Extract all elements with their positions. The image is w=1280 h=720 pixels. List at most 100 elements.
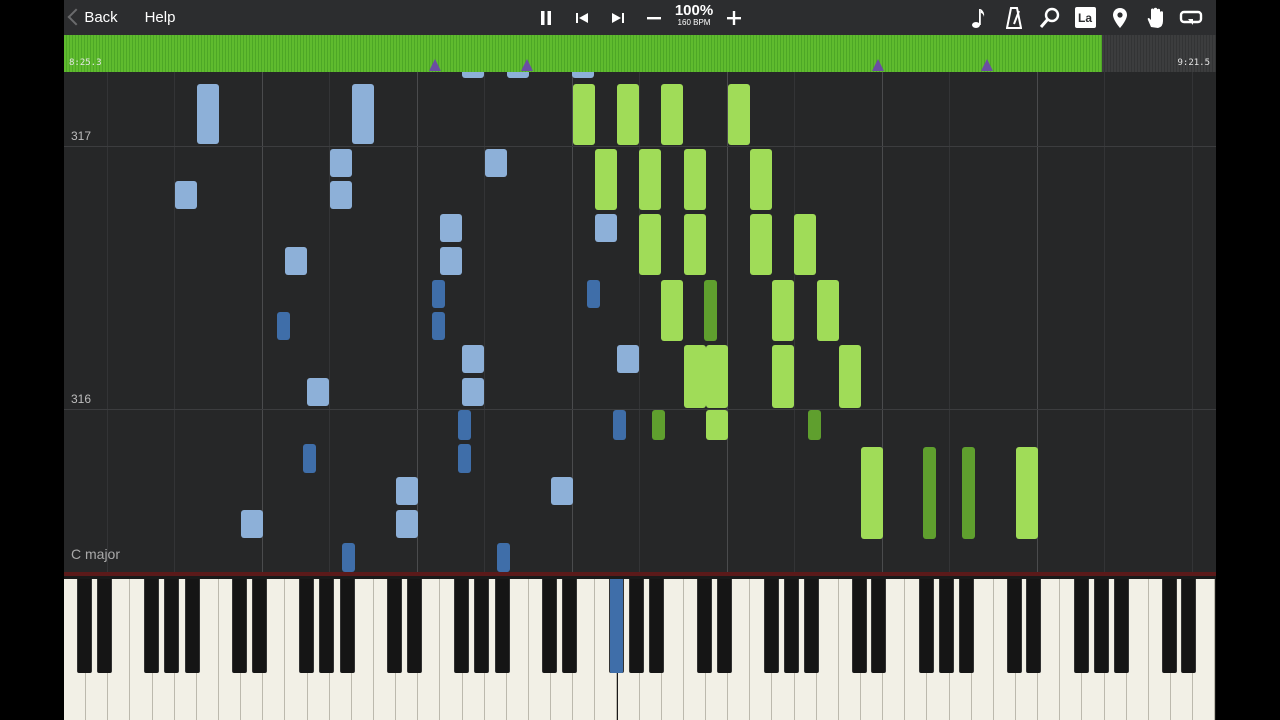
black-key[interactable] bbox=[871, 579, 887, 673]
note-right-hand-black-key bbox=[962, 447, 975, 539]
white-key[interactable] bbox=[351, 579, 374, 720]
black-key[interactable] bbox=[164, 579, 180, 673]
note-left-hand-black-key bbox=[458, 410, 471, 440]
black-key[interactable] bbox=[453, 579, 469, 673]
note-left-hand bbox=[462, 72, 484, 78]
black-key[interactable] bbox=[1073, 579, 1089, 673]
black-key[interactable] bbox=[541, 579, 557, 673]
elapsed-time: 8:25.3 bbox=[69, 58, 102, 68]
black-key[interactable] bbox=[474, 579, 490, 673]
black-key[interactable] bbox=[1114, 579, 1130, 673]
white-key[interactable] bbox=[108, 579, 131, 720]
white-key[interactable] bbox=[418, 579, 441, 720]
black-key[interactable] bbox=[649, 579, 665, 673]
white-key[interactable] bbox=[883, 579, 906, 720]
white-key[interactable] bbox=[196, 579, 219, 720]
note-left-hand bbox=[175, 181, 197, 209]
black-key[interactable] bbox=[784, 579, 800, 673]
black-key[interactable] bbox=[629, 579, 645, 673]
tempo-decrease-button[interactable] bbox=[644, 0, 664, 35]
white-key[interactable] bbox=[1193, 579, 1216, 720]
bookmark-marker[interactable] bbox=[872, 59, 884, 71]
black-key[interactable] bbox=[1006, 579, 1022, 673]
help-button[interactable]: Help bbox=[144, 0, 176, 35]
note-names-button[interactable]: La bbox=[1074, 0, 1096, 35]
black-key[interactable] bbox=[339, 579, 355, 673]
location-pin-icon bbox=[1113, 7, 1127, 28]
note-right-hand bbox=[617, 84, 639, 145]
black-key[interactable] bbox=[1181, 579, 1197, 673]
piano-keyboard[interactable] bbox=[64, 572, 1216, 720]
white-key[interactable] bbox=[506, 579, 529, 720]
black-key[interactable] bbox=[96, 579, 112, 673]
skip-back-button[interactable] bbox=[572, 0, 592, 35]
black-key[interactable] bbox=[939, 579, 955, 673]
octave-line bbox=[262, 72, 263, 572]
black-key[interactable] bbox=[184, 579, 200, 673]
note-left-hand bbox=[307, 378, 329, 406]
black-key[interactable] bbox=[494, 579, 510, 673]
note-right-hand bbox=[817, 280, 839, 341]
black-key[interactable] bbox=[251, 579, 267, 673]
black-key[interactable] bbox=[763, 579, 779, 673]
pause-button[interactable] bbox=[536, 0, 556, 35]
note-right-hand bbox=[684, 149, 706, 210]
black-key[interactable] bbox=[386, 579, 402, 673]
note-right-hand bbox=[750, 214, 772, 275]
loop-button[interactable] bbox=[1178, 0, 1204, 35]
note-left-hand bbox=[396, 510, 418, 538]
white-key[interactable] bbox=[728, 579, 751, 720]
black-key[interactable] bbox=[608, 579, 624, 673]
note-right-hand bbox=[1016, 447, 1038, 539]
white-key[interactable] bbox=[971, 579, 994, 720]
note-settings-button[interactable] bbox=[968, 0, 990, 35]
note-left-hand bbox=[462, 345, 484, 373]
white-key[interactable] bbox=[1126, 579, 1149, 720]
hand-select-button[interactable] bbox=[1144, 0, 1166, 35]
metronome-button[interactable] bbox=[1003, 0, 1025, 35]
loop-icon bbox=[1179, 10, 1203, 25]
note-left-hand bbox=[330, 149, 352, 177]
black-key[interactable] bbox=[1026, 579, 1042, 673]
bookmark-marker[interactable] bbox=[429, 59, 441, 71]
bookmark-marker[interactable] bbox=[521, 59, 533, 71]
black-key[interactable] bbox=[696, 579, 712, 673]
black-key[interactable] bbox=[918, 579, 934, 673]
measure-number: 317 bbox=[71, 129, 92, 143]
black-key[interactable] bbox=[76, 579, 92, 673]
white-key[interactable] bbox=[263, 579, 286, 720]
skip-forward-button[interactable] bbox=[608, 0, 628, 35]
black-key[interactable] bbox=[561, 579, 577, 673]
song-progress-bar[interactable]: 8:25.3 9:21.5 bbox=[64, 35, 1216, 72]
note-left-hand-black-key bbox=[497, 543, 510, 572]
note-left-hand bbox=[507, 72, 529, 78]
back-button[interactable]: Back bbox=[84, 0, 117, 35]
black-key[interactable] bbox=[319, 579, 335, 673]
white-key[interactable] bbox=[573, 579, 596, 720]
black-key[interactable] bbox=[1094, 579, 1110, 673]
guide-line bbox=[484, 72, 485, 572]
note-left-hand-black-key bbox=[277, 312, 290, 340]
black-key[interactable] bbox=[298, 579, 314, 673]
note-right-hand bbox=[684, 214, 706, 275]
zoom-button[interactable] bbox=[1038, 0, 1062, 35]
guide-line bbox=[1104, 72, 1105, 572]
black-key[interactable] bbox=[851, 579, 867, 673]
black-key[interactable] bbox=[1161, 579, 1177, 673]
note-right-hand bbox=[772, 345, 794, 408]
note-left-hand bbox=[241, 510, 263, 538]
tempo-increase-button[interactable] bbox=[724, 0, 744, 35]
black-key[interactable] bbox=[143, 579, 159, 673]
black-key[interactable] bbox=[231, 579, 247, 673]
white-key[interactable] bbox=[816, 579, 839, 720]
white-key[interactable] bbox=[661, 579, 684, 720]
bookmark-button[interactable] bbox=[1109, 0, 1131, 35]
note-right-hand bbox=[661, 280, 683, 341]
black-key[interactable] bbox=[716, 579, 732, 673]
black-key[interactable] bbox=[804, 579, 820, 673]
black-key[interactable] bbox=[959, 579, 975, 673]
white-key[interactable] bbox=[1038, 579, 1061, 720]
guide-line bbox=[174, 72, 175, 572]
black-key[interactable] bbox=[406, 579, 422, 673]
bookmark-marker[interactable] bbox=[981, 59, 993, 71]
